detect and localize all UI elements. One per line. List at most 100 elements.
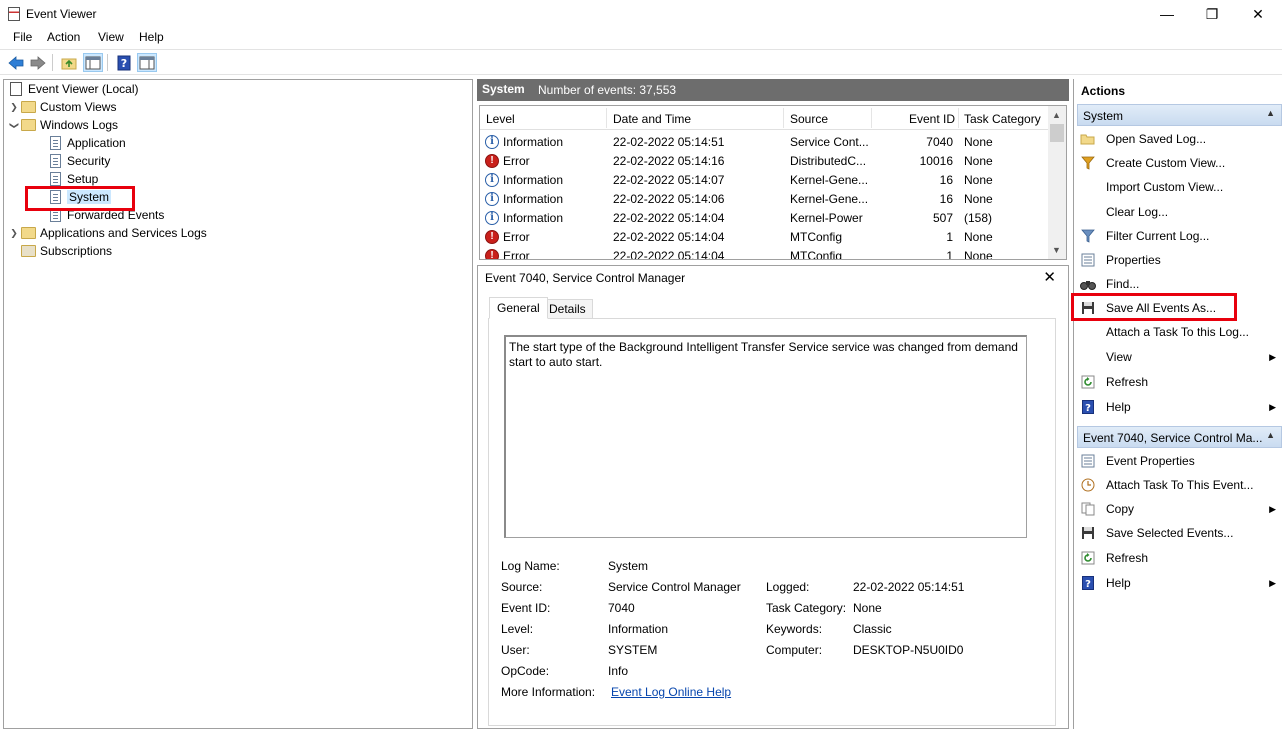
help-icon[interactable]: ? — [114, 53, 134, 72]
action-create-custom-view[interactable]: Create Custom View... — [1080, 152, 1280, 174]
column-header-level[interactable]: Level — [486, 112, 515, 126]
cell-task-category: None — [964, 249, 993, 260]
column-header-event-id[interactable]: Event ID — [909, 112, 955, 126]
action-filter-current-log[interactable]: Filter Current Log... — [1080, 225, 1280, 247]
tree-item-root[interactable]: Event Viewer (Local) — [8, 80, 139, 98]
event-list-header: Level Date and Time Source Event ID Task… — [480, 106, 1048, 130]
action-view[interactable]: View ▶ — [1080, 346, 1280, 368]
action-label: Open Saved Log... — [1106, 132, 1207, 146]
action-refresh[interactable]: Refresh — [1080, 371, 1280, 393]
action-event-properties[interactable]: Event Properties — [1080, 450, 1280, 472]
action-label: Import Custom View... — [1106, 180, 1224, 194]
scroll-up-icon[interactable]: ▲ — [1052, 110, 1061, 120]
column-header-date[interactable]: Date and Time — [613, 112, 691, 126]
column-separator[interactable] — [606, 108, 607, 128]
collapse-icon[interactable]: ▲ — [1266, 430, 1275, 440]
cell-date: 22-02-2022 05:14:04 — [613, 230, 725, 244]
action-open-saved-log[interactable]: Open Saved Log... — [1080, 128, 1280, 150]
section-label: System — [1083, 109, 1124, 123]
menu-help[interactable]: Help — [139, 30, 164, 44]
tree-item-application[interactable]: Application — [47, 134, 126, 152]
actions-section-system[interactable]: System ▲ — [1077, 104, 1282, 126]
action-attach-task-to-log[interactable]: Attach a Task To this Log... — [1080, 321, 1280, 343]
cell-event-id: 10016 — [919, 154, 953, 168]
window-title: Event Viewer — [26, 7, 97, 21]
scroll-down-icon[interactable]: ▼ — [1052, 245, 1061, 255]
column-header-task-category[interactable]: Task Category — [964, 112, 1041, 126]
action-refresh-event[interactable]: Refresh — [1080, 547, 1280, 569]
tree-item-security[interactable]: Security — [47, 152, 110, 170]
table-row[interactable]: i Information 22-02-2022 05:14:06 Kernel-Ge… — [480, 189, 1048, 208]
action-clear-log[interactable]: Clear Log... — [1080, 201, 1280, 223]
tree-item-app-services-logs[interactable]: ❯ Applications and Services Logs — [8, 224, 207, 242]
action-save-selected-events[interactable]: Save Selected Events... — [1080, 522, 1280, 544]
tree-item-custom-views[interactable]: ❯ Custom Views — [8, 98, 116, 116]
column-separator[interactable] — [958, 108, 959, 128]
cell-event-id: 16 — [939, 173, 953, 187]
vertical-scrollbar[interactable]: ▲ ▼ — [1048, 106, 1066, 259]
event-log-online-help-link[interactable]: Event Log Online Help — [611, 685, 731, 699]
action-help[interactable]: ? Help ▶ — [1080, 396, 1280, 418]
tree-item-subscriptions[interactable]: Subscriptions — [20, 242, 112, 260]
label-logged: Logged: — [766, 580, 810, 594]
collapse-icon[interactable]: ▲ — [1266, 108, 1275, 118]
event-viewer-app-icon — [8, 7, 20, 21]
scrollbar-thumb[interactable] — [1050, 124, 1064, 142]
close-button[interactable]: ✕ — [1235, 0, 1281, 28]
blank-icon — [1080, 179, 1096, 195]
properties-icon — [1080, 252, 1096, 268]
action-copy[interactable]: Copy ▶ — [1080, 498, 1280, 520]
cell-source: MTConfig — [790, 230, 843, 244]
minimize-button[interactable]: — — [1144, 0, 1190, 28]
error-icon: ! — [485, 154, 499, 168]
value-user: SYSTEM — [608, 643, 658, 657]
action-label: Help — [1106, 400, 1131, 414]
column-separator[interactable] — [871, 108, 872, 128]
column-separator[interactable] — [783, 108, 784, 128]
event-description[interactable]: The start type of the Background Intelli… — [504, 335, 1027, 538]
menu-file[interactable]: File — [13, 30, 32, 44]
table-row[interactable]: i Information 22-02-2022 05:14:04 Kernel-Po… — [480, 208, 1048, 227]
actions-section-event[interactable]: Event 7040, Service Control Ma... ▲ — [1077, 426, 1282, 448]
action-find[interactable]: Find... — [1080, 273, 1280, 295]
restore-button[interactable]: ❐ — [1189, 0, 1235, 28]
properties-icon — [1080, 453, 1096, 469]
chevron-down-icon[interactable]: ❯ — [9, 119, 20, 131]
action-attach-task-to-event[interactable]: Attach Task To This Event... — [1080, 474, 1280, 496]
show-hide-console-tree-icon[interactable] — [83, 53, 103, 72]
cell-event-id: 7040 — [926, 135, 953, 149]
action-label: Refresh — [1106, 551, 1149, 565]
blank-icon — [1080, 324, 1096, 340]
chevron-right-icon[interactable]: ❯ — [8, 102, 20, 113]
table-row[interactable]: ! Error 22-02-2022 05:14:04 MTConfig 1 None — [480, 246, 1048, 260]
chevron-right-icon[interactable]: ❯ — [8, 228, 20, 239]
highlight-box-save-all-events — [1071, 293, 1237, 321]
up-folder-icon[interactable] — [59, 53, 79, 72]
action-label: Save Selected Events... — [1106, 526, 1234, 540]
column-header-source[interactable]: Source — [790, 112, 828, 126]
event-detail-pane: Event 7040, Service Control Manager ✕ Ge… — [477, 265, 1069, 729]
blank-icon — [1080, 204, 1096, 220]
menu-view[interactable]: View — [98, 30, 124, 44]
tab-details[interactable]: Details — [542, 299, 593, 319]
action-label: Event Properties — [1106, 454, 1195, 468]
table-row[interactable]: i Information 22-02-2022 05:14:51 Service C… — [480, 132, 1048, 151]
show-hide-action-pane-icon[interactable] — [137, 53, 157, 72]
action-import-custom-view[interactable]: Import Custom View... — [1080, 176, 1280, 198]
table-row[interactable]: ! Error 22-02-2022 05:14:16 DistributedC...… — [480, 151, 1048, 170]
action-help-event[interactable]: ? Help ▶ — [1080, 572, 1280, 594]
tab-general[interactable]: General — [489, 297, 548, 319]
action-properties[interactable]: Properties — [1080, 249, 1280, 271]
cell-date: 22-02-2022 05:14:51 — [613, 135, 725, 149]
close-icon[interactable]: ✕ — [1043, 268, 1056, 286]
table-row[interactable]: i Information 22-02-2022 05:14:07 Kernel-Ge… — [480, 170, 1048, 189]
tree-item-windows-logs[interactable]: ❯ Windows Logs — [8, 116, 119, 134]
menu-action[interactable]: Action — [47, 30, 80, 44]
table-row[interactable]: ! Error 22-02-2022 05:14:04 MTConfig 1 None — [480, 227, 1048, 246]
forward-arrow-icon[interactable] — [28, 53, 48, 72]
menu-bar: File Action View Help — [0, 28, 1282, 48]
cell-task-category: (158) — [964, 211, 993, 225]
back-arrow-icon[interactable] — [6, 53, 26, 72]
cell-event-id: 16 — [939, 192, 953, 206]
help-icon: ? — [1080, 399, 1096, 415]
